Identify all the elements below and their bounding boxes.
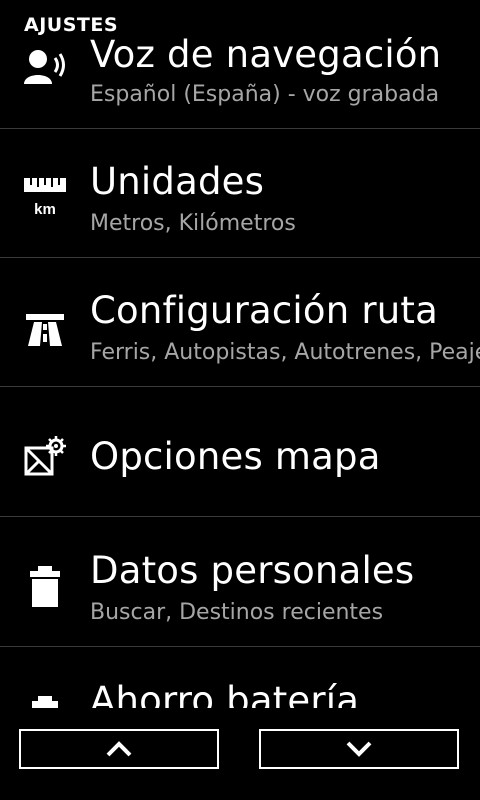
ruler-km-icon: km: [22, 176, 68, 222]
settings-item-subtitle: Ferris, Autopistas, Autotrenes, Peajes: [90, 340, 480, 365]
settings-item-title: Unidades: [90, 160, 265, 203]
ruler-km-label: km: [34, 201, 56, 218]
scroll-up-button[interactable]: [19, 729, 219, 769]
battery-icon: [22, 694, 68, 708]
settings-item-subtitle: Metros, Kilómetros: [90, 211, 296, 236]
page-header: AJUSTES: [0, 0, 480, 40]
settings-item-map[interactable]: Opciones mapa: [0, 388, 480, 517]
settings-item-title: Configuración ruta: [90, 289, 438, 332]
page-title: AJUSTES: [24, 14, 119, 36]
settings-item-route[interactable]: Configuración ruta Ferris, Autopistas, A…: [0, 258, 480, 387]
trash-icon: [22, 564, 68, 610]
settings-item-title: Ahorro batería: [90, 679, 360, 708]
scroll-down-button[interactable]: [259, 729, 459, 769]
settings-item-units[interactable]: km Unidades Metros, Kilómetros: [0, 129, 480, 258]
settings-item-title: Voz de navegación: [90, 33, 442, 76]
settings-item-title: Opciones mapa: [90, 435, 381, 478]
settings-item-title: Datos personales: [90, 549, 415, 592]
settings-item-battery[interactable]: Ahorro batería: [0, 648, 480, 708]
settings-list: Voz de navegación Español (España) - voz…: [0, 0, 480, 708]
chevron-up-icon: [106, 741, 132, 757]
voice-speaker-icon: [22, 46, 68, 92]
map-settings-icon: [22, 434, 68, 480]
chevron-down-icon: [346, 741, 372, 757]
highway-icon: [22, 308, 68, 354]
settings-item-subtitle: Español (España) - voz grabada: [90, 82, 440, 107]
settings-item-personal-data[interactable]: Datos personales Buscar, Destinos recien…: [0, 518, 480, 647]
settings-item-subtitle: Buscar, Destinos recientes: [90, 600, 384, 625]
